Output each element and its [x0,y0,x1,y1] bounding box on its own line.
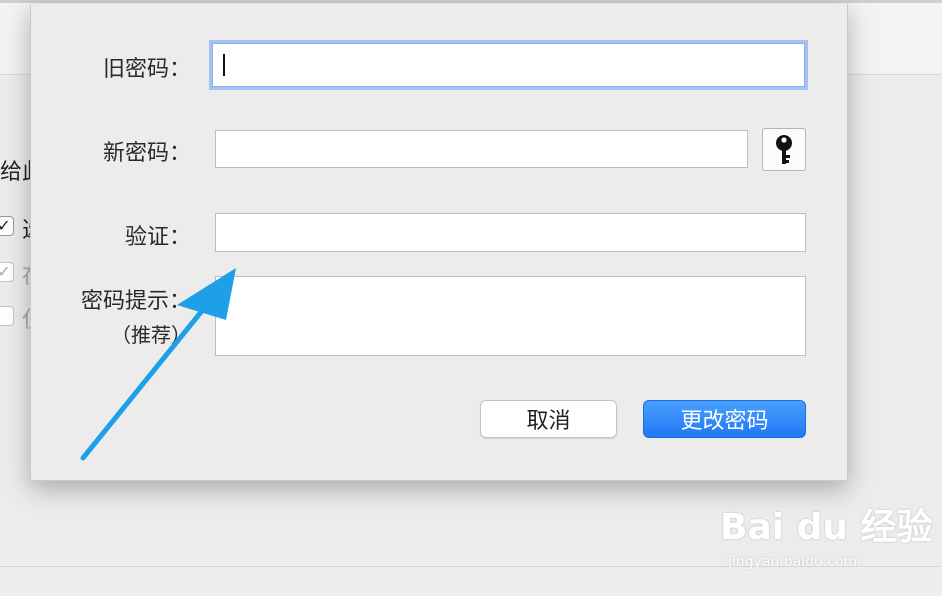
watermark-url: jingyan.baidu.com [728,554,858,570]
baidu-jingyan-watermark: Bai du 经验 jingyan.baidu.com [720,492,933,576]
watermark-brand: Bai du 经验 [720,507,933,548]
